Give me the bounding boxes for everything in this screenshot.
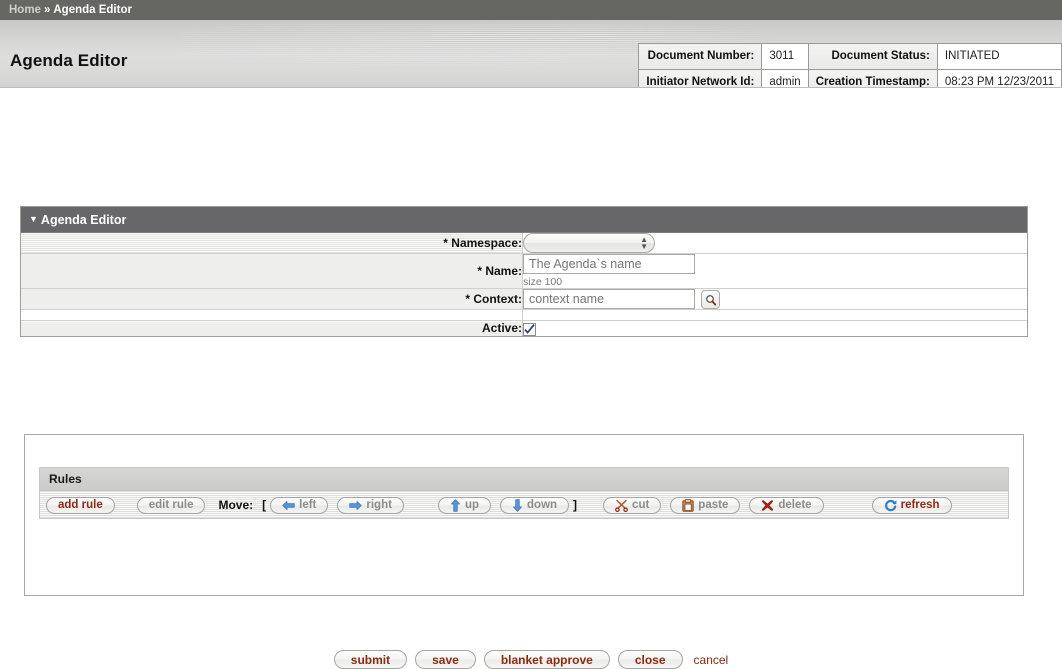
arrow-down-icon xyxy=(513,498,523,512)
blanket-approve-button[interactable]: blanket approve xyxy=(483,650,610,669)
active-label: Active: xyxy=(21,320,523,336)
move-up-label: up xyxy=(464,499,480,511)
initiator-network-id-value: admin xyxy=(761,69,809,87)
agenda-editor-panel-header[interactable]: ▼ Agenda Editor xyxy=(21,207,1027,233)
delete-button[interactable]: delete xyxy=(749,496,824,514)
move-bracket-open: [ xyxy=(262,498,267,512)
context-lookup-button[interactable] xyxy=(701,290,721,310)
close-button[interactable]: close xyxy=(617,650,683,669)
document-number-label: Document Number: xyxy=(638,43,763,70)
clipboard-icon xyxy=(682,498,694,512)
breadcrumb: Home » Agenda Editor xyxy=(0,0,1062,20)
name-value-cell: size 100 xyxy=(522,253,1027,289)
initiator-network-id-label: Initiator Network Id: xyxy=(638,69,763,87)
page-header-banner: Agenda Editor Document Number: 3011 Docu… xyxy=(0,20,1062,88)
document-status-label: Document Status: xyxy=(807,43,938,70)
check-icon xyxy=(524,323,535,334)
edit-rule-button[interactable]: edit rule xyxy=(136,496,206,514)
arrow-right-icon xyxy=(349,500,363,510)
rules-panel: Rules add rule edit rule Move: [ left ri… xyxy=(24,434,1024,596)
rules-title-bar: Rules xyxy=(40,468,1008,491)
context-input[interactable] xyxy=(523,289,695,309)
x-mark-icon xyxy=(762,499,774,511)
submit-button[interactable]: submit xyxy=(333,650,408,669)
scissors-icon xyxy=(615,499,628,512)
search-icon xyxy=(705,294,717,306)
agenda-editor-form: * Namespace: ▲▼ * Name: size 100 xyxy=(21,233,1027,336)
breadcrumb-home-link[interactable]: Home xyxy=(9,4,41,16)
page-title: Agenda Editor xyxy=(10,51,128,70)
spacer-value-cell xyxy=(522,309,1027,322)
form-row-context: * Context: xyxy=(21,288,1027,311)
refresh-icon xyxy=(884,499,896,511)
context-label: * Context: xyxy=(21,288,523,311)
move-left-label: left xyxy=(299,499,317,511)
move-right-button[interactable]: right xyxy=(337,496,404,514)
move-label: Move: xyxy=(218,498,254,512)
paste-button[interactable]: paste xyxy=(670,496,741,514)
save-button[interactable]: save xyxy=(415,650,476,669)
rules-toolbar: add rule edit rule Move: [ left right up… xyxy=(40,491,1008,519)
delete-label: delete xyxy=(778,499,812,511)
form-row-name: * Name: size 100 xyxy=(21,253,1027,289)
name-input[interactable] xyxy=(523,254,695,274)
namespace-value-cell: ▲ ▼ xyxy=(522,233,1027,254)
arrow-left-icon xyxy=(282,500,295,510)
form-row-namespace: * Namespace: ▲ ▼ xyxy=(21,233,1027,254)
creation-timestamp-label: Creation Timestamp: xyxy=(807,69,938,87)
paste-label: paste xyxy=(698,499,729,511)
rules-toolbar-container: Rules add rule edit rule Move: [ left ri… xyxy=(39,467,1009,519)
move-down-label: down xyxy=(527,499,558,511)
move-left-button[interactable]: left xyxy=(270,496,329,514)
move-up-button[interactable]: up xyxy=(437,496,492,514)
rules-title: Rules xyxy=(49,472,82,486)
spacer-label-cell xyxy=(21,309,523,322)
cut-button[interactable]: cut xyxy=(603,496,662,514)
cancel-link[interactable]: cancel xyxy=(694,653,729,667)
active-value-cell xyxy=(522,320,1027,336)
table-row: Document Number: 3011 Document Status: I… xyxy=(638,43,1062,70)
move-right-label: right xyxy=(366,499,392,511)
creation-timestamp-value: 08:23 PM 12/23/2011 xyxy=(936,69,1062,87)
arrow-up-icon xyxy=(450,498,460,512)
breadcrumb-current: Agenda Editor xyxy=(53,4,132,16)
context-value-cell xyxy=(522,288,1027,311)
edit-rule-label: edit rule xyxy=(148,499,194,511)
add-rule-button[interactable]: add rule xyxy=(46,496,115,514)
form-action-buttons: submit save blanket approve close cancel xyxy=(0,650,1062,669)
move-bracket-close: ] xyxy=(573,498,578,512)
name-size-hint: size 100 xyxy=(523,276,563,288)
refresh-button[interactable]: refresh xyxy=(871,496,952,514)
document-info-table: Document Number: 3011 Document Status: I… xyxy=(638,43,1062,87)
refresh-label: refresh xyxy=(900,499,940,511)
namespace-select[interactable] xyxy=(523,233,655,253)
agenda-editor-panel-title: Agenda Editor xyxy=(40,212,127,227)
namespace-label: * Namespace: xyxy=(21,233,523,254)
breadcrumb-separator: » xyxy=(43,4,51,16)
add-rule-label: add rule xyxy=(58,499,103,511)
form-row-active: Active: xyxy=(21,320,1027,336)
active-checkbox[interactable] xyxy=(523,322,536,336)
agenda-editor-panel: ▼ Agenda Editor * Namespace: ▲▼ * Name: xyxy=(20,206,1028,337)
namespace-select-wrapper: ▲ ▼ xyxy=(523,233,655,253)
document-number-value: 3011 xyxy=(761,43,809,70)
table-row: Initiator Network Id: admin Creation Tim… xyxy=(638,69,1062,87)
form-row-spacer xyxy=(21,309,1027,322)
move-down-button[interactable]: down xyxy=(500,496,570,514)
cut-label: cut xyxy=(632,499,650,511)
name-label: * Name: xyxy=(21,253,523,289)
document-status-value: INITIATED xyxy=(936,43,1062,70)
chevron-down-icon[interactable]: ▼ xyxy=(29,215,38,224)
